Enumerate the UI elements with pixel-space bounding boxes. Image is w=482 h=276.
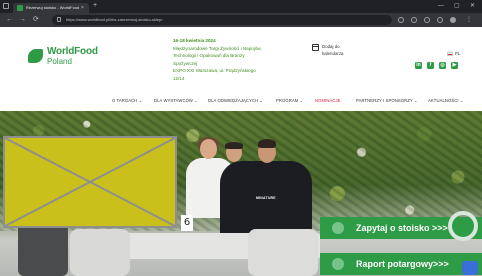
chair-light: [248, 229, 318, 276]
poland-flag-icon: [447, 51, 453, 56]
browser-tab-bar: Rezerwuj stoisko - WorldFood × + — ▢ ✕: [0, 0, 482, 13]
cta-circle-icon: [332, 258, 344, 270]
window-minimize-icon[interactable]: —: [438, 2, 444, 10]
logo-sub: Poland: [47, 57, 72, 66]
puzzle-icon[interactable]: [437, 17, 443, 23]
window-maximize-icon[interactable]: ▢: [454, 2, 460, 10]
worldfood-logo[interactable]: WorldFood Poland: [28, 46, 98, 70]
url-text: https://www.worldfood.pl/ktw-zarezerwuj-…: [66, 17, 163, 22]
url-field[interactable]: https://www.worldfood.pl/ktw-zarezerwuj-…: [52, 15, 392, 25]
youtube-icon[interactable]: ▶: [451, 62, 458, 69]
chat-widget-icon[interactable]: [462, 261, 478, 275]
nav-item-program[interactable]: PROGRAM ⌄: [276, 97, 303, 105]
event-description-line: Spożywczej: [173, 60, 198, 66]
calendar-icon: [312, 44, 319, 51]
event-date: 16-18 kwietnia 2024: [173, 38, 216, 43]
reload-icon[interactable]: ⟳: [33, 16, 39, 24]
facebook-icon[interactable]: f: [427, 62, 434, 69]
extension-icon[interactable]: [398, 17, 404, 23]
placeholder-cross-icon: [4, 137, 176, 227]
tab-close-icon[interactable]: ×: [81, 4, 84, 12]
site-header: WorldFood Poland 16-18 kwietnia 2024 Mię…: [0, 27, 482, 111]
ask-about-stand-label: Zapytaj o stoisko >>>: [356, 223, 448, 233]
nav-item-nominacje[interactable]: NOMINACJE: [315, 97, 341, 105]
window-close-icon[interactable]: ✕: [470, 2, 475, 10]
new-tab-button[interactable]: +: [93, 2, 97, 10]
linkedin-icon[interactable]: in: [415, 62, 422, 69]
back-icon[interactable]: ←: [6, 16, 13, 24]
main-navigation: O TARGACH ⌄ DLA WYSTAWCÓW ⌄ DLA ODWIEDZA…: [0, 97, 482, 107]
nav-item-o-targach[interactable]: O TARGACH ⌄: [112, 97, 142, 105]
add-to-calendar-button[interactable]: Dodaj do kalendarza: [312, 43, 362, 63]
language-label: PL: [455, 51, 461, 56]
window-menu-icon[interactable]: [3, 3, 9, 9]
table-number-sign: 6: [181, 215, 193, 231]
logo-name: WorldFood: [47, 46, 98, 57]
instagram-icon[interactable]: ◎: [439, 62, 446, 69]
event-description-line: Międzynarodowe Targi Żywności i Napojów,: [173, 45, 262, 51]
share-icon[interactable]: [411, 17, 417, 23]
screenshot-frame: Rezerwuj stoisko - WorldFood × + — ▢ ✕ ←…: [0, 0, 482, 276]
tab-title: Rezerwuj stoisko - WorldFood: [26, 5, 80, 10]
lock-icon: [57, 17, 61, 22]
event-description-line: Technologii i Opakowań dla Branży: [173, 53, 245, 59]
event-venue-line: EXPO XXI Warszawa, ul. Prądzyńskiego: [173, 68, 256, 74]
nav-item-aktualnosci[interactable]: AKTUALNOŚCI ⌄: [428, 97, 464, 105]
bookmark-star-icon[interactable]: [424, 17, 430, 23]
forward-icon[interactable]: →: [19, 16, 26, 24]
person-man-front: MINATURE: [220, 139, 312, 241]
cta-circle-icon: [332, 222, 344, 234]
kebab-menu-icon[interactable]: ⋮: [466, 17, 472, 23]
chair-light: [70, 229, 130, 276]
post-show-report-button[interactable]: Raport potargowy>>>: [320, 253, 482, 275]
nav-item-partnerzy[interactable]: PARTNERZY I SPONSORZY ⌄: [356, 97, 418, 105]
shirt-logo: MINATURE: [256, 196, 276, 200]
tab-favicon-icon: [17, 5, 23, 11]
add-to-calendar-label: Dodaj do kalendarza: [322, 44, 344, 56]
person-woman-head: [200, 139, 217, 159]
event-info: 16-18 kwietnia 2024 Międzynarodowe Targi…: [173, 37, 308, 83]
hero-banner: MINATURE 6 Zapytaj o stoisko >>> Raport …: [0, 111, 482, 276]
browser-tab-active[interactable]: Rezerwuj stoisko - WorldFood ×: [13, 3, 89, 13]
nav-item-dla-wystawcow[interactable]: DLA WYSTAWCÓW ⌄: [154, 97, 198, 105]
image-placeholder: [3, 136, 177, 228]
profile-avatar-icon[interactable]: [450, 17, 456, 23]
language-switcher[interactable]: PL: [447, 51, 460, 57]
cta-ring-decoration: [448, 211, 478, 241]
browser-address-bar: ← → ⟳ https://www.worldfood.pl/ktw-zarez…: [0, 13, 482, 27]
event-venue-line: 12/14: [173, 75, 185, 81]
nav-item-dla-odwiedzajacych[interactable]: DLA ODWIEDZAJĄCYCH ⌄: [208, 97, 263, 105]
person-man-front-hair: [258, 139, 276, 148]
ask-about-stand-button[interactable]: Zapytaj o stoisko >>>: [320, 211, 482, 241]
logo-mark-icon: [28, 49, 43, 63]
post-show-report-label: Raport potargowy>>>: [356, 259, 449, 269]
